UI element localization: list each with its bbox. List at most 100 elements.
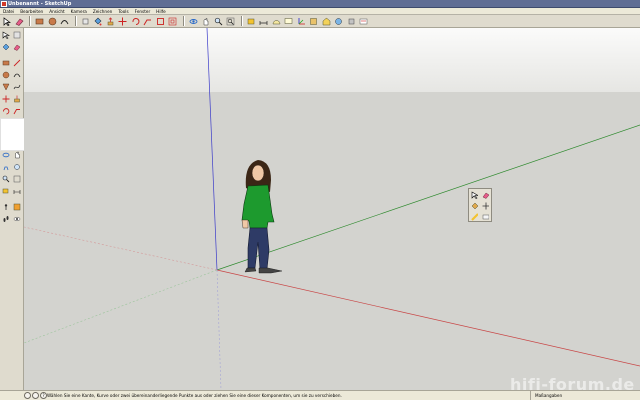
tape-measure-icon[interactable] [1,186,11,196]
eye-icon[interactable] [12,214,22,224]
zoom-extents-icon[interactable] [225,16,236,27]
status-hint: Wählen Sie eine Kante, Kurve oder zwei ü… [47,393,342,398]
menu-zeichnen[interactable]: Zeichnen [93,8,112,14]
left-tool-palette [0,28,24,390]
toolbar-separator [182,16,185,26]
rotate-icon[interactable] [1,106,11,116]
move-icon[interactable] [1,94,11,104]
zoom-window-icon[interactable] [12,174,22,184]
3d-text-icon[interactable] [308,16,319,27]
menu-datei[interactable]: Datei [3,8,14,14]
menu-fenster[interactable]: Fenster [135,8,151,14]
toolbar-separator [240,16,243,26]
orbit-icon[interactable] [188,16,199,27]
title-bar: Unbenannt - SketchUp [0,0,640,8]
geolocation-icon[interactable] [24,392,31,399]
offset-icon[interactable] [167,16,178,27]
tape-measure-icon[interactable] [246,16,257,27]
position-camera-icon[interactable] [1,202,11,212]
window-title: Unbenannt - SketchUp [8,1,72,7]
freehand-icon[interactable] [12,82,22,92]
move-icon[interactable] [481,201,490,210]
eraser-icon[interactable] [481,190,490,199]
make-component-icon[interactable] [80,16,91,27]
arc-icon[interactable] [59,16,70,27]
paint-bucket-icon[interactable] [1,42,11,52]
tool-row [1,58,23,68]
section-plane-icon[interactable] [12,202,22,212]
warehouse-icon[interactable] [321,16,332,27]
rotate-icon[interactable] [130,16,141,27]
extension-icon[interactable] [346,16,357,27]
text-icon[interactable] [283,16,294,27]
protractor-icon[interactable] [271,16,282,27]
pan-icon[interactable] [200,16,211,27]
tool-row [1,82,23,92]
menu-kamera[interactable]: Kamera [71,8,87,14]
circle-icon[interactable] [47,16,58,27]
walk-icon[interactable] [1,162,11,172]
green-axis [216,124,640,271]
tool-row [1,150,23,160]
green-axis-negative [24,269,218,344]
paint-bucket-icon[interactable] [470,201,479,210]
axes-icon[interactable] [296,16,307,27]
follow-me-icon[interactable] [12,106,22,116]
move-icon[interactable] [117,16,128,27]
follow-me-icon[interactable] [142,16,153,27]
status-icons: ? [24,392,48,399]
tool-row [1,174,23,184]
scale-figure[interactable] [241,160,283,274]
tool-row [1,202,23,212]
footprints-icon[interactable] [1,214,11,224]
select-icon[interactable] [1,30,11,40]
pan-icon[interactable] [12,150,22,160]
3d-viewport[interactable] [24,28,640,390]
arc-icon[interactable] [12,70,22,80]
tool-row [1,94,23,104]
component-icon[interactable] [12,30,22,40]
orbit-icon[interactable] [1,150,11,160]
red-axis-negative [24,226,218,271]
blue-axis-negative [216,269,222,390]
floating-tool-palette [468,188,492,222]
tape-measure-icon[interactable] [470,212,479,221]
eraser-icon[interactable] [12,42,22,52]
share-model-icon[interactable] [333,16,344,27]
dimension-icon[interactable] [12,186,22,196]
menu-tools[interactable]: Tools [118,8,128,14]
credits-icon[interactable] [32,392,39,399]
push-pull-icon[interactable] [105,16,116,27]
tool-row [1,106,23,116]
zoom-icon[interactable] [1,174,11,184]
select-icon[interactable] [470,190,479,199]
circle-icon[interactable] [1,70,11,80]
line-icon[interactable] [12,58,22,68]
help-icon[interactable]: ? [40,392,47,399]
tool-row [1,214,23,224]
menu-hilfe[interactable]: Hilfe [156,8,166,14]
tool-row [1,42,23,52]
push-pull-icon[interactable] [12,94,22,104]
rectangle-icon[interactable] [1,58,11,68]
menu-ansicht[interactable]: Ansicht [49,8,64,14]
dimension-icon[interactable] [258,16,269,27]
polygon-icon[interactable] [1,82,11,92]
scale-icon[interactable] [155,16,166,27]
eraser-icon[interactable] [14,16,25,27]
rectangle-icon[interactable] [34,16,45,27]
tool-row [1,162,23,172]
watermark: hifi-forum.de [510,375,635,394]
red-axis [216,269,640,367]
zoom-icon[interactable] [213,16,224,27]
select-icon[interactable] [1,16,12,27]
dimension-icon[interactable] [481,212,490,221]
send-to-layout-icon[interactable] [358,16,369,27]
toolbar-separator [29,16,31,26]
look-around-icon[interactable] [12,162,22,172]
tool-row [1,186,23,196]
paint-bucket-icon[interactable] [92,16,103,27]
tool-row [1,70,23,80]
menu-bearbeiten[interactable]: Bearbeiten [20,8,43,14]
sketchup-app-icon [1,1,7,7]
